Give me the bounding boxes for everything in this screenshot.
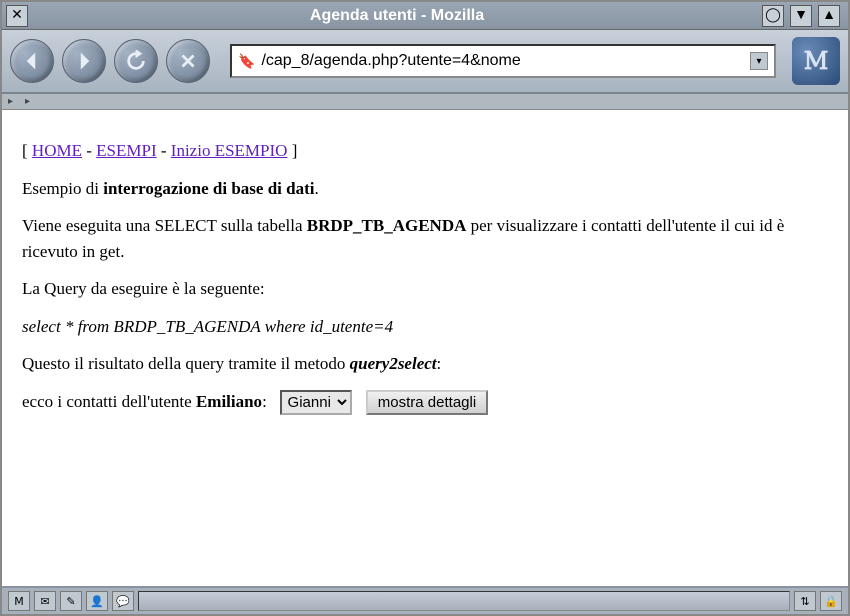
text: . <box>314 179 318 198</box>
url-bar[interactable]: 🔖 ▾ <box>230 44 776 78</box>
bracket-close: ] <box>292 141 298 160</box>
url-input[interactable] <box>259 51 750 71</box>
triangle-down-icon: ▼ <box>794 8 808 24</box>
reload-button[interactable] <box>114 39 158 83</box>
text: : <box>262 392 271 411</box>
arrow-right-icon <box>73 50 95 72</box>
compose-icon[interactable]: ✎ <box>60 591 82 611</box>
breadcrumb-home-link[interactable]: HOME <box>32 141 82 160</box>
table-name: BRDP_TB_AGENDA <box>307 216 467 235</box>
breadcrumb: [ HOME - ESEMPI - Inizio ESEMPIO ] <box>22 138 828 164</box>
stop-icon <box>177 50 199 72</box>
close-window-button[interactable]: ✕ <box>6 5 28 27</box>
statusbar-spacer <box>138 591 790 611</box>
text: : <box>437 354 442 373</box>
show-details-button[interactable]: mostra dettagli <box>366 390 488 415</box>
mozilla-logo-icon: Ⅿ <box>804 47 829 76</box>
chat-icon[interactable]: 💬 <box>112 591 134 611</box>
minimize-window-button[interactable]: ◯ <box>762 5 784 27</box>
user-name: Emiliano <box>196 392 262 411</box>
select-paragraph: Viene eseguita una SELECT sulla tabella … <box>22 213 828 264</box>
back-button[interactable] <box>10 39 54 83</box>
restore-window-button[interactable]: ▲ <box>818 5 840 27</box>
security-icon[interactable]: 🔒 <box>820 591 842 611</box>
circle-icon: ◯ <box>765 7 781 24</box>
maximize-window-button[interactable]: ▼ <box>790 5 812 27</box>
triangle-up-icon: ▲ <box>822 8 836 24</box>
chevron-down-icon: ▾ <box>756 56 761 67</box>
contact-select[interactable]: Gianni <box>280 390 352 415</box>
intro-paragraph: Esempio di interrogazione di base di dat… <box>22 176 828 202</box>
contacts-line: ecco i contatti dell'utente Emiliano: Gi… <box>22 389 828 415</box>
query-intro: La Query da eseguire è la seguente: <box>22 276 828 302</box>
page-content: [ HOME - ESEMPI - Inizio ESEMPIO ] Esemp… <box>2 110 848 586</box>
navigation-toolbar: 🔖 ▾ Ⅿ <box>2 30 848 94</box>
page-icon: 🔖 <box>238 53 255 70</box>
stop-button[interactable] <box>166 39 210 83</box>
mail-icon[interactable]: ✉ <box>34 591 56 611</box>
tab-strip: ▸ ▸ <box>2 94 848 110</box>
breadcrumb-sep: - <box>161 141 171 160</box>
bracket-open: [ <box>22 141 32 160</box>
offline-icon[interactable]: ⇅ <box>794 591 816 611</box>
addressbook-icon[interactable]: 👤 <box>86 591 108 611</box>
tab-scroll-marker: ▸ <box>19 96 36 107</box>
throbber-icon[interactable]: Ⅿ <box>8 591 30 611</box>
text: Questo il risultato della query tramite … <box>22 354 350 373</box>
forward-button[interactable] <box>62 39 106 83</box>
text: Viene eseguita una SELECT sulla tabella <box>22 216 307 235</box>
reload-icon <box>125 50 147 72</box>
query-text: select * from BRDP_TB_AGENDA where id_ut… <box>22 314 828 340</box>
titlebar: ✕ Agenda utenti - Mozilla ◯ ▼ ▲ <box>2 2 848 30</box>
bold-text: interrogazione di base di dati <box>103 179 314 198</box>
text: Esempio di <box>22 179 103 198</box>
result-paragraph: Questo il risultato della query tramite … <box>22 351 828 377</box>
text: ecco i contatti dell'utente <box>22 392 196 411</box>
mozilla-logo[interactable]: Ⅿ <box>792 37 840 85</box>
tab-scroll-left[interactable]: ▸ <box>2 96 19 107</box>
method-name: query2select <box>350 354 437 373</box>
breadcrumb-sep: - <box>86 141 96 160</box>
arrow-left-icon <box>21 50 43 72</box>
breadcrumb-inizio-link[interactable]: Inizio ESEMPIO <box>171 141 288 160</box>
url-history-dropdown[interactable]: ▾ <box>750 52 768 70</box>
close-icon: ✕ <box>11 7 23 24</box>
window-title: Agenda utenti - Mozilla <box>32 7 762 25</box>
breadcrumb-esempi-link[interactable]: ESEMPI <box>96 141 156 160</box>
app-window: ✕ Agenda utenti - Mozilla ◯ ▼ ▲ <box>0 0 850 616</box>
statusbar: Ⅿ ✉ ✎ 👤 💬 ⇅ 🔒 <box>2 586 848 614</box>
